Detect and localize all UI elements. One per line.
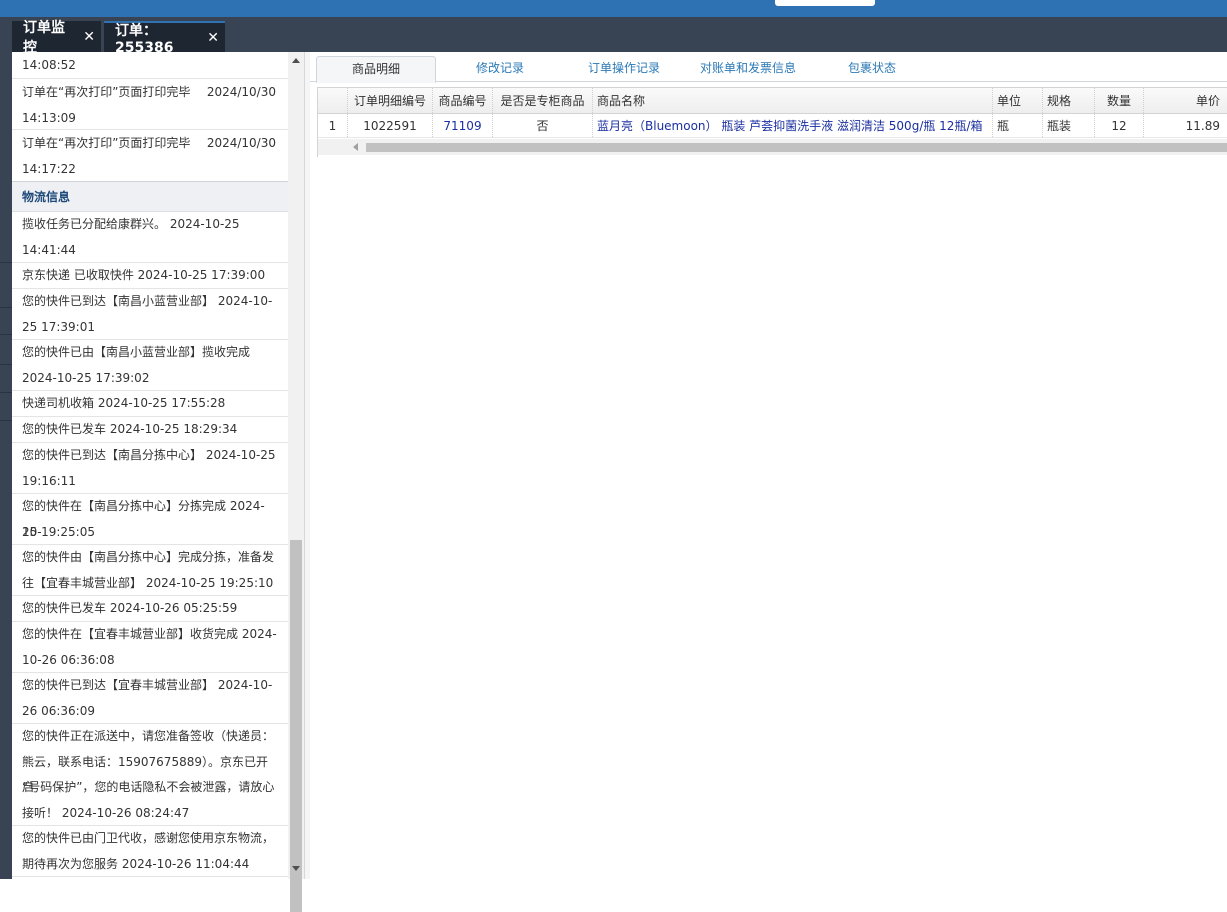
grid-cell-counter: 否 (493, 114, 593, 137)
log-time: 14:17:22 (22, 162, 76, 176)
product-grid: 订单明细编号 商品编号 是否是专柜商品 商品名称 单位 规格 数量 单价 1 1… (317, 87, 1227, 157)
logistics-entry: 揽收任务已分配给康群兴。 2024-10-25 14:41:44 (12, 212, 288, 263)
grid-header-product-id[interactable]: 商品编号 (433, 88, 493, 113)
logistics-entry: 您的快件已由门卫代收，感谢您使用京东物流， 期待再次为您服务 2024-10-26… (12, 826, 288, 877)
logistics-entry-line: “号码保护”，您的电话隐私不会被泄露，请放心 (22, 780, 275, 794)
grid-header-unit-price[interactable]: 单价 (1144, 88, 1227, 113)
logistics-section-title: 物流信息 (12, 181, 288, 212)
logistics-entry: 您的快件正在派送中，请您准备签收（快递员： 熊云，联系电话：15907675889… (12, 724, 288, 826)
subtab-modify-log[interactable]: 修改记录 (440, 56, 560, 83)
close-icon[interactable]: ✕ (207, 30, 219, 46)
logistics-entry: 您的快件已由【南昌小蓝营业部】揽收完成 2024-10-25 17:39:02 (12, 340, 288, 391)
subtab-package-status[interactable]: 包裹状态 (812, 56, 932, 83)
order-log-panel: 14:08:52 订单在“再次打印”页面打印完毕 2024/10/30 14:1… (12, 52, 288, 879)
log-date: 2024/10/30 (206, 85, 276, 99)
logistics-entry-line: 您的快件在【宜春丰城营业部】收货完成 2024- (22, 627, 277, 641)
logistics-entry-line: 熊云，联系电话：15907675889）。京东已开启 (22, 754, 268, 795)
logistics-entry-line: 您的快件已由【南昌小蓝营业部】揽收完成 (22, 345, 251, 359)
subtab-product-detail[interactable]: 商品明细 (316, 56, 436, 83)
logistics-entry-line: 您的快件已由门卫代收，感谢您使用京东物流， (22, 831, 275, 845)
logistics-entry-line: 京东快递 已收取快件 2024-10-25 17:39:00 (22, 268, 266, 282)
scroll-up-arrow-icon[interactable] (292, 58, 300, 63)
logistics-entry-line: 您的快件已到达【南昌分拣中心】 2024-10-25 (22, 448, 276, 462)
logistics-entry-line: 10-26 06:36:08 (22, 652, 115, 667)
logistics-entry-line: 您的快件正在派送中，请您准备签收（快递员： (22, 729, 275, 743)
logistics-entry-line: 揽收任务已分配给康群兴。 2024-10-25 (22, 217, 240, 231)
grid-cell-spec: 瓶装 (1043, 114, 1095, 137)
logistics-entry: 快递司机收箱 2024-10-25 17:55:28 (12, 391, 288, 417)
tab-label: 订单监控 (23, 19, 65, 56)
logistics-entry-line: 您的快件已发车 2024-10-25 18:29:34 (22, 422, 238, 436)
log-entry: 订单在“再次打印”页面打印完毕 2024/10/30 14:17:22 (12, 130, 288, 181)
logistics-entry-line: 25 19:25:05 (22, 524, 95, 539)
log-date: 2024/10/30 (206, 136, 276, 150)
logistics-entry-line: 2024-10-25 17:39:02 (22, 370, 150, 385)
log-entry: 订单在“再次打印”页面打印完毕 2024/10/30 14:13:09 (12, 79, 288, 130)
grid-header-rownum (318, 88, 348, 113)
nav-sidebar-collapsed (0, 52, 12, 879)
logistics-entry: 京东快递 已收取快件 2024-10-25 17:39:00 (12, 263, 288, 289)
grid-header-quantity[interactable]: 数量 (1095, 88, 1144, 113)
logistics-entry-line: 您的快件已到达【宜春丰城营业部】 2024-10- (22, 678, 273, 692)
logistics-entry: 您的快件已到达【宜春丰城营业部】 2024-10- 26 06:36:09 (12, 673, 288, 724)
grid-header-row: 订单明细编号 商品编号 是否是专柜商品 商品名称 单位 规格 数量 单价 (318, 88, 1227, 114)
grid-header-product-name[interactable]: 商品名称 (593, 88, 993, 113)
subtab-statement-invoice[interactable]: 对账单和发票信息 (688, 56, 808, 83)
subtab-order-operation-log[interactable]: 订单操作记录 (564, 56, 684, 83)
grid-header-detail-id[interactable]: 订单明细编号 (348, 88, 433, 113)
logistics-entry-line: 您的快件已发车 2024-10-26 05:25:59 (22, 601, 238, 615)
scrollbar-thumb[interactable] (366, 143, 1227, 152)
grid-cell-unit-price: 11.89 (1144, 114, 1227, 137)
logistics-entry-line: 接听！ 2024-10-26 08:24:47 (22, 805, 190, 820)
logistics-entry: 您的快件已到达【南昌分拣中心】 2024-10-25 19:16:11 (12, 443, 288, 494)
table-row[interactable]: 1 1022591 71109 否 蓝月亮（Bluemoon） 瓶装 芦荟抑菌洗… (318, 114, 1227, 138)
logistics-entry: 您的快件由【南昌分拣中心】完成分拣，准备发 往【宜春丰城营业部】 2024-10-… (12, 545, 288, 596)
logistics-entry-line: 14:41:44 (22, 242, 76, 257)
logistics-entry-line: 期待再次为您服务 2024-10-26 11:04:44 (22, 856, 250, 871)
scroll-down-arrow-icon[interactable] (292, 866, 300, 871)
grid-header-unit[interactable]: 单位 (993, 88, 1043, 113)
grid-header-counter[interactable]: 是否是专柜商品 (493, 88, 593, 113)
logistics-entry: 您的快件已发车 2024-10-26 05:25:59 (12, 596, 288, 622)
left-panel-scrollbar[interactable] (288, 52, 304, 912)
logistics-entry-line: 您的快件已到达【南昌小蓝营业部】 2024-10- (22, 294, 273, 308)
top-header-bar (0, 0, 1227, 17)
grid-cell-quantity: 12 (1095, 114, 1144, 137)
tab-order-detail[interactable]: 订单：255386 ✕ (104, 21, 225, 56)
grid-cell-product-id-link[interactable]: 71109 (433, 114, 493, 137)
log-time: 14:13:09 (22, 111, 76, 125)
logistics-entry-line: 您的快件在【南昌分拣中心】分拣完成 2024-10- (22, 499, 265, 539)
grid-cell-product-name-link[interactable]: 蓝月亮（Bluemoon） 瓶装 芦荟抑菌洗手液 滋润清洁 500g/瓶 12瓶… (593, 114, 993, 137)
logistics-entry: 您的快件在【南昌分拣中心】分拣完成 2024-10- 25 19:25:05 (12, 494, 288, 545)
logistics-entry-line: 26 06:36:09 (22, 703, 95, 718)
header-search-input[interactable] (775, 0, 875, 6)
close-icon[interactable]: ✕ (83, 29, 95, 45)
logistics-entry: 您的快件已发车 2024-10-25 18:29:34 (12, 417, 288, 443)
logistics-entry: 您的快件已到达【南昌小蓝营业部】 2024-10- 25 17:39:01 (12, 289, 288, 340)
tab-strip: 订单监控 ✕ 订单：255386 ✕ (0, 17, 1227, 56)
logistics-entry-line: 您的快件由【南昌分拣中心】完成分拣，准备发 (22, 550, 275, 564)
tab-label: 订单：255386 (115, 22, 174, 56)
tab-order-monitor[interactable]: 订单监控 ✕ (12, 20, 101, 56)
order-detail-panel: 商品明细 修改记录 订单操作记录 对账单和发票信息 包裹状态 订单明细编号 商品… (310, 52, 1227, 879)
scroll-left-arrow-icon[interactable] (353, 143, 358, 151)
grid-cell-rownum: 1 (318, 114, 348, 137)
grid-cell-unit: 瓶 (993, 114, 1043, 137)
log-entry: 14:08:52 (12, 52, 288, 79)
logistics-entry-line: 往【宜春丰城营业部】 2024-10-25 19:25:10 (22, 575, 274, 590)
grid-header-spec[interactable]: 规格 (1043, 88, 1095, 113)
grid-horizontal-scrollbar[interactable] (318, 139, 1227, 155)
grid-cell-detail-id: 1022591 (348, 114, 433, 137)
detail-subtabs: 商品明细 修改记录 订单操作记录 对账单和发票信息 包裹状态 (310, 52, 1227, 83)
logistics-entry: 您的快件在【宜春丰城营业部】收货完成 2024- 10-26 06:36:08 (12, 622, 288, 673)
logistics-entry-line: 25 17:39:01 (22, 319, 95, 334)
scrollbar-thumb[interactable] (290, 540, 302, 912)
logistics-entry-line: 19:16:11 (22, 473, 76, 488)
logistics-entry-line: 快递司机收箱 2024-10-25 17:55:28 (22, 396, 226, 410)
